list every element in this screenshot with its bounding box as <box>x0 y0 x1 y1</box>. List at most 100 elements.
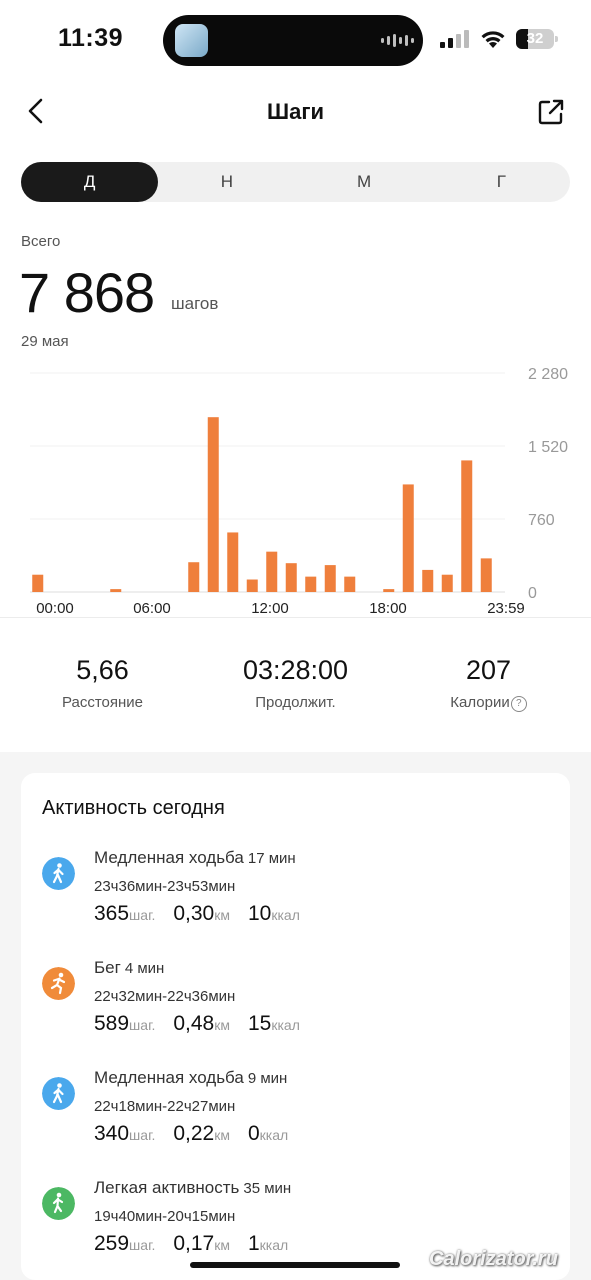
steps-unit: шаг. <box>129 907 156 923</box>
activity-steps: 340 <box>94 1122 130 1145</box>
tab-week[interactable]: Н <box>158 162 295 202</box>
chart-bar[interactable] <box>285 563 297 592</box>
stat-calories-label: Калории <box>450 694 510 711</box>
steps-unit: шаг. <box>129 1237 156 1253</box>
activity-duration: 4 мин <box>124 960 165 977</box>
watermark: Calorizator.ru <box>429 1248 558 1270</box>
stat-distance-label: Расстояние <box>61 694 144 711</box>
activity-kcal: 10 <box>247 902 272 925</box>
stat-distance-value: 5,66 <box>76 655 129 685</box>
chart-bar[interactable] <box>344 576 356 592</box>
period-selector: Д Н М Г <box>21 162 570 202</box>
kcal-unit: ккал <box>259 1127 289 1143</box>
distance-unit: км <box>214 907 230 923</box>
activity-duration: 17 мин <box>247 850 296 867</box>
home-indicator[interactable] <box>190 1262 400 1268</box>
chart-bar[interactable] <box>461 460 473 592</box>
chart-bar[interactable] <box>305 576 317 592</box>
activity-name: Бег <box>94 958 121 977</box>
y-tick-label: 2 280 <box>528 366 568 383</box>
help-icon[interactable]: ? <box>510 696 527 712</box>
chart-bar[interactable] <box>246 579 258 592</box>
y-tick-label: 760 <box>528 512 555 529</box>
tab-year[interactable]: Г <box>433 162 570 202</box>
chart-bar[interactable] <box>441 574 453 592</box>
activity-distance: 0,22 <box>173 1122 215 1145</box>
stat-duration-value: 03:28:00 <box>242 655 349 685</box>
activity-name: Легкая активность <box>94 1178 240 1197</box>
activity-duration: 35 мин <box>243 1180 292 1197</box>
walking-icon <box>42 1077 75 1110</box>
kcal-unit: ккал <box>271 1017 300 1033</box>
activity-name: Медленная ходьба <box>94 1068 244 1087</box>
x-tick-label: 12:00 <box>251 600 289 617</box>
activity-duration: 9 мин <box>247 1070 288 1087</box>
x-tick-label: 18:00 <box>369 600 407 617</box>
chart-bar[interactable] <box>402 484 414 592</box>
walking-icon <box>42 857 75 890</box>
chart-bar[interactable] <box>422 569 434 592</box>
chart-bar[interactable] <box>480 558 492 592</box>
activity-time-range: 19ч40мин-20ч15мин <box>94 1208 236 1225</box>
activity-time-range: 22ч32мин-22ч36мин <box>94 988 236 1005</box>
chart-bar[interactable] <box>266 551 278 592</box>
x-tick-label: 23:59 <box>487 600 525 617</box>
activity-item[interactable]: Бег 4 мин 22ч32мин-22ч36мин 589шаг. 0,48км… <box>42 952 562 1052</box>
activity-name: Медленная ходьба <box>94 848 244 867</box>
tab-month[interactable]: М <box>296 162 433 202</box>
chart-bar[interactable] <box>383 589 395 592</box>
activity-title: Активность сегодня <box>42 797 225 819</box>
stat-duration-label: Продолжит. <box>255 694 336 711</box>
activity-steps: 589 <box>94 1012 130 1035</box>
x-tick-label: 00:00 <box>36 600 74 617</box>
share-icon[interactable] <box>536 97 566 127</box>
total-label: Всего <box>21 233 61 250</box>
chart-bar[interactable] <box>110 589 122 592</box>
summary-date: 29 мая <box>21 333 69 350</box>
chart-bar[interactable] <box>188 562 200 592</box>
distance-unit: км <box>214 1127 230 1143</box>
activity-kcal: 15 <box>247 1012 272 1035</box>
stat-duration: 03:28:00 Продолжит. <box>197 655 394 711</box>
x-tick-label: 06:00 <box>133 600 171 617</box>
activity-item[interactable]: Медленная ходьба 17 мин 23ч36мин-23ч53мин… <box>42 842 562 942</box>
activity-kcal: 1 <box>247 1232 260 1255</box>
battery-icon: 32 <box>516 29 558 49</box>
total-steps-value: 7 868 <box>19 261 155 324</box>
audio-wave-icon <box>381 33 414 47</box>
now-playing-artwork <box>175 24 208 57</box>
cellular-signal-icon <box>440 30 469 48</box>
y-tick-label: 1 520 <box>528 439 568 456</box>
activity-distance: 0,30 <box>173 902 215 925</box>
total-steps-unit: шагов <box>171 294 219 313</box>
light-activity-icon <box>42 1187 75 1220</box>
steps-unit: шаг. <box>129 1017 156 1033</box>
steps-unit: шаг. <box>129 1127 156 1143</box>
distance-unit: км <box>214 1017 230 1033</box>
status-time: 11:39 <box>58 24 124 52</box>
activity-time-range: 22ч18мин-22ч27мин <box>94 1098 236 1115</box>
stat-calories-value: 207 <box>465 655 512 685</box>
divider <box>0 617 591 618</box>
chart-bar[interactable] <box>227 532 239 592</box>
steps-chart[interactable]: 2 280 1 520 760 0 00:00 06:00 12:00 18:00 23:59 <box>0 360 591 620</box>
activity-kcal: 0 <box>247 1122 260 1145</box>
activity-time-range: 23ч36мин-23ч53мин <box>94 878 236 895</box>
running-icon <box>42 967 75 1000</box>
activity-distance: 0,17 <box>173 1232 215 1255</box>
activity-steps: 365 <box>94 902 130 925</box>
page-title: Шаги <box>266 99 325 124</box>
chart-bar[interactable] <box>207 417 219 592</box>
dynamic-island[interactable] <box>163 15 423 66</box>
wifi-icon <box>481 31 505 48</box>
tab-day[interactable]: Д <box>21 162 159 202</box>
activity-steps: 259 <box>94 1232 130 1255</box>
activity-item[interactable]: Медленная ходьба 9 мин 22ч18мин-22ч27мин … <box>42 1062 562 1162</box>
stat-calories: 207 Калории? <box>390 655 587 712</box>
chart-bar[interactable] <box>32 574 44 592</box>
kcal-unit: ккал <box>271 907 300 923</box>
chart-bar[interactable] <box>324 565 336 592</box>
activity-distance: 0,48 <box>173 1012 215 1035</box>
distance-unit: км <box>214 1237 230 1253</box>
stat-distance: 5,66 Расстояние <box>4 655 201 711</box>
